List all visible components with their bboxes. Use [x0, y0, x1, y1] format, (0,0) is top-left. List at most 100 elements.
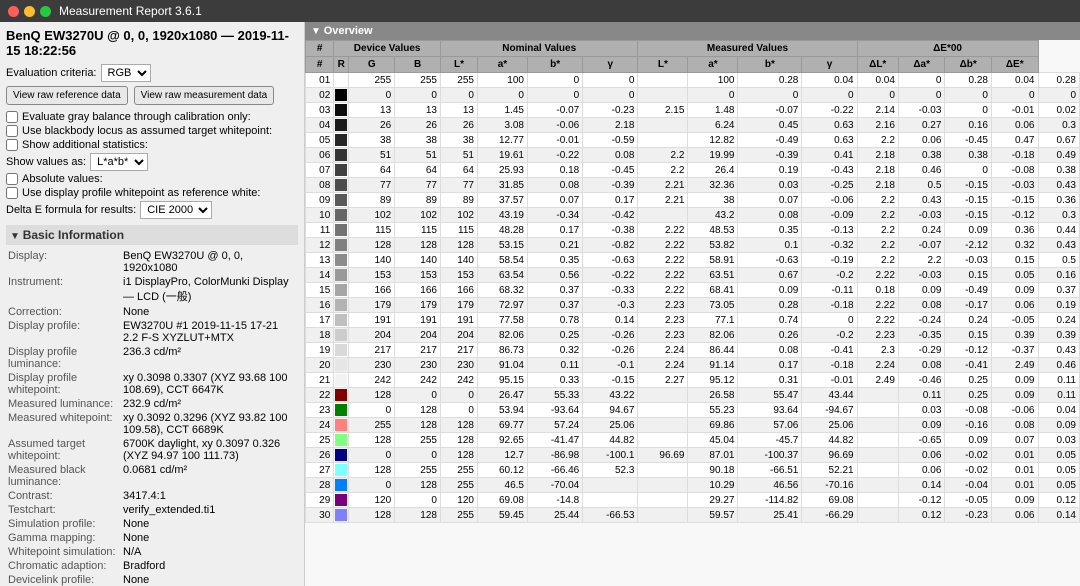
cell-r: 128: [349, 238, 395, 253]
cell-db: -0.06: [991, 403, 1038, 418]
cell-swatch: [334, 88, 349, 103]
cell-dl: 0.12: [898, 508, 945, 523]
info-value-devicelink: None: [121, 573, 298, 586]
gray-balance-checkbox[interactable]: [6, 111, 18, 123]
cell-de: 0.19: [1038, 298, 1080, 313]
cell-a-meas: -100.37: [738, 448, 802, 463]
blackbody-checkbox[interactable]: [6, 125, 18, 137]
cell-g: 128: [395, 238, 441, 253]
cell-g-meas: 0.04: [857, 73, 898, 88]
cell-db: 0.39: [991, 328, 1038, 343]
cell-dl: 2.2: [898, 253, 945, 268]
cell-l-nom: 31.85: [477, 178, 527, 193]
cell-b: 0: [440, 88, 477, 103]
cell-num: 22: [306, 388, 334, 403]
show-stats-checkbox[interactable]: [6, 139, 18, 151]
cell-num: 02: [306, 88, 334, 103]
table-row: 14 153 153 153 63.54 0.56 -0.22 2.22 63.…: [306, 268, 1080, 283]
cell-g: 0: [395, 88, 441, 103]
cell-swatch: [334, 268, 349, 283]
view-raw-meas-button[interactable]: View raw measurement data: [134, 86, 275, 105]
overview-header[interactable]: Overview: [305, 22, 1080, 40]
cell-r: 255: [349, 73, 395, 88]
abs-values-label: Absolute values:: [22, 173, 103, 185]
info-value-instrument: i1 DisplayPro, ColorMunki Display — LCD …: [121, 275, 298, 305]
cell-l-meas: 43.2: [688, 208, 738, 223]
cell-b-nom: -0.22: [583, 268, 638, 283]
cell-r: 204: [349, 328, 395, 343]
cell-l-nom: 82.06: [477, 328, 527, 343]
cell-dl: -0.29: [898, 343, 945, 358]
display-profile-checkbox[interactable]: [6, 187, 18, 199]
cell-dl: 0.46: [898, 163, 945, 178]
cell-b-meas: -0.25: [802, 178, 857, 193]
cell-a-nom: 0.56: [527, 268, 582, 283]
cell-r: 153: [349, 268, 395, 283]
basic-info-section[interactable]: Basic Information: [6, 225, 298, 245]
cell-db: 0.01: [991, 463, 1038, 478]
cell-l-meas: 32.36: [688, 178, 738, 193]
cell-db: -0.08: [991, 163, 1038, 178]
cell-r: 0: [349, 403, 395, 418]
maximize-button[interactable]: [40, 6, 51, 17]
cell-dl: 0: [898, 88, 945, 103]
view-raw-ref-button[interactable]: View raw reference data: [6, 86, 128, 105]
cell-a-nom: 0.08: [527, 178, 582, 193]
cell-g-meas: 2.2: [857, 133, 898, 148]
cell-num: 18: [306, 328, 334, 343]
cell-g-nom: 2.2: [638, 148, 688, 163]
cell-g-meas: 2.2: [857, 253, 898, 268]
cell-l-meas: 69.86: [688, 418, 738, 433]
cell-l-nom: 60.12: [477, 463, 527, 478]
cell-b: 230: [440, 358, 477, 373]
cell-num: 08: [306, 178, 334, 193]
cell-l-meas: 90.18: [688, 463, 738, 478]
cell-g-meas: 2.18: [857, 178, 898, 193]
cell-l-nom: 86.73: [477, 343, 527, 358]
cell-dl: -0.07: [898, 238, 945, 253]
info-row-testchart: Testchart: verify_extended.ti1: [6, 503, 298, 517]
cell-num: 27: [306, 463, 334, 478]
th-a-nom: a*: [477, 57, 527, 73]
info-label-chromatic: Chromatic adaption:: [6, 559, 121, 573]
abs-values-checkbox[interactable]: [6, 173, 18, 185]
cell-r: 102: [349, 208, 395, 223]
info-row-black-luminance: Measured black luminance: 0.0681 cd/m²: [6, 463, 298, 489]
table-row: 23 0 128 0 53.94 -93.64 94.67 55.23 93.6…: [306, 403, 1080, 418]
cell-b-nom: -0.59: [583, 133, 638, 148]
show-values-select[interactable]: L*a*b*: [90, 153, 148, 171]
cell-g: 0: [395, 493, 441, 508]
delta-formula-select[interactable]: CIE 2000: [140, 201, 212, 219]
th-dl: ΔL*: [857, 57, 898, 73]
eval-criteria-select[interactable]: RGB: [101, 64, 151, 82]
cell-a-nom: -66.46: [527, 463, 582, 478]
cell-r: 64: [349, 163, 395, 178]
cell-db: 0.09: [991, 493, 1038, 508]
cell-l-nom: 91.04: [477, 358, 527, 373]
cell-b: 204: [440, 328, 477, 343]
minimize-button[interactable]: [24, 6, 35, 17]
cell-dl: 0.38: [898, 148, 945, 163]
close-button[interactable]: [8, 6, 19, 17]
cell-swatch: [334, 343, 349, 358]
cell-g: 217: [395, 343, 441, 358]
cell-a-nom: 0.25: [527, 328, 582, 343]
gray-balance-label: Evaluate gray balance through calibratio…: [22, 111, 251, 123]
th-de: ΔE*: [991, 57, 1038, 73]
cell-g: 89: [395, 193, 441, 208]
cell-a-meas: 0.1: [738, 238, 802, 253]
cell-r: 128: [349, 433, 395, 448]
cell-de: 0.5: [1038, 253, 1080, 268]
cell-a-meas: 0: [738, 88, 802, 103]
table-row: 17 191 191 191 77.58 0.78 0.14 2.23 77.1…: [306, 313, 1080, 328]
info-label-profile-luminance: Display profile luminance:: [6, 345, 121, 371]
info-row-meas-whitepoint: Measured whitepoint: xy 0.3092 0.3296 (X…: [6, 411, 298, 437]
info-label-gamma-mapping: Gamma mapping:: [6, 531, 121, 545]
info-value-meas-whitepoint: xy 0.3092 0.3296 (XYZ 93.82 100 109.58),…: [121, 411, 298, 437]
cell-a-nom: 0.37: [527, 283, 582, 298]
cell-g-meas: [857, 433, 898, 448]
cell-r: 166: [349, 283, 395, 298]
cell-dl: 0.24: [898, 223, 945, 238]
cell-dl: 0.06: [898, 448, 945, 463]
th-b: B: [395, 57, 441, 73]
